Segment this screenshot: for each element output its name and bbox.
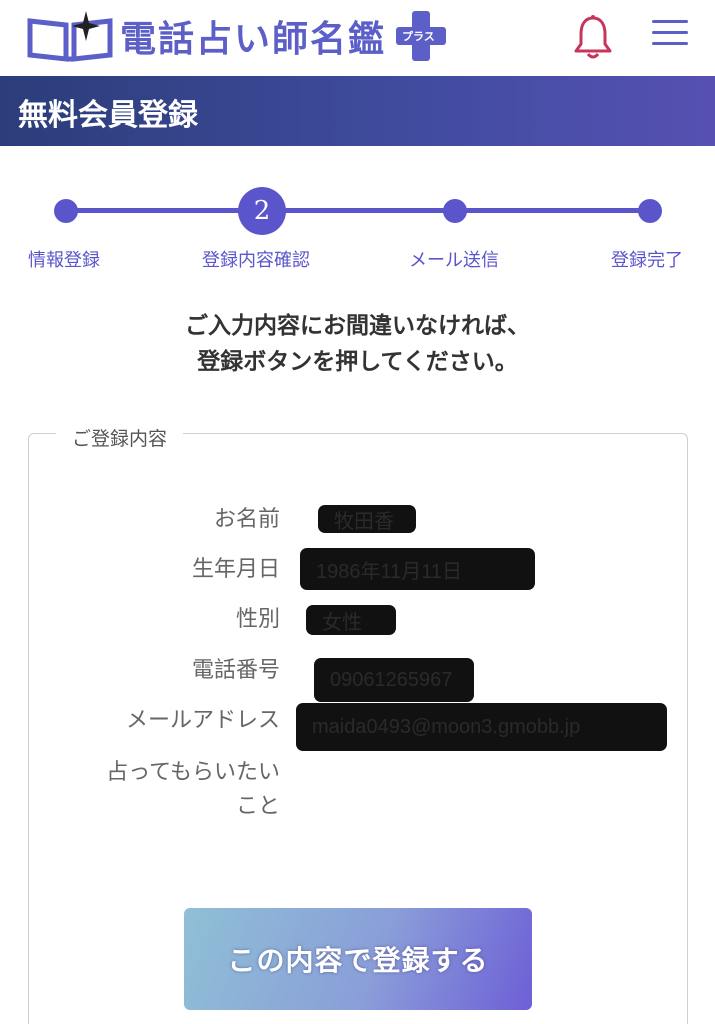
phone-value: 09061265967: [314, 658, 474, 702]
name-value: 牧田香: [318, 505, 416, 533]
progress-stepper: 2 情報登録 登録内容確認 メール送信 登録完了: [0, 180, 715, 280]
email-label: メールアドレス: [125, 708, 280, 733]
hamburger-menu-icon[interactable]: [652, 20, 688, 50]
email-value: maida0493@moon3.gmobb.jp: [296, 703, 667, 751]
instruction-text: ご入力内容にお間違いなければ、 登録ボタンを押してください。: [0, 308, 715, 380]
birthdate-value: 1986年11月11日: [300, 548, 535, 590]
gender-label: 性別: [235, 607, 280, 632]
step-dot-1: [54, 199, 78, 223]
step-dot-3: [443, 199, 467, 223]
name-label: お名前: [213, 507, 280, 532]
step-label-3: メール送信: [409, 250, 499, 271]
gender-value: 女性: [306, 605, 396, 635]
site-logo[interactable]: 電話占い師名鑑 プラス: [26, 6, 448, 66]
book-star-logo-icon: [27, 11, 113, 62]
step-dot-4: [638, 199, 662, 223]
registration-details-legend: ご登録内容: [56, 424, 184, 451]
logo-text: 電話占い師名鑑: [120, 18, 387, 60]
step-dot-current: 2: [238, 187, 286, 235]
instruction-line-2: 登録ボタンを押してください。: [197, 349, 518, 375]
page-title: 無料会員登録: [18, 98, 198, 133]
page-title-bar: 無料会員登録: [0, 76, 715, 146]
plus-badge-text: プラス: [402, 30, 435, 43]
stepper-track: [66, 208, 650, 213]
birthdate-label: 生年月日: [191, 557, 280, 582]
site-header: 電話占い師名鑑 プラス: [0, 0, 715, 76]
register-button[interactable]: この内容で登録する: [184, 908, 532, 1010]
phone-label: 電話番号: [191, 658, 280, 683]
step-label-2: 登録内容確認: [202, 250, 310, 271]
consultation-topic-label-line-1: 占ってもらいたい: [106, 760, 280, 785]
plus-badge: プラス: [394, 9, 448, 63]
instruction-line-1: ご入力内容にお間違いなければ、: [185, 313, 530, 339]
consultation-topic-label-line-2: こと: [235, 794, 280, 819]
bell-icon[interactable]: [572, 14, 614, 60]
step-label-4: 登録完了: [611, 250, 683, 271]
step-label-1: 情報登録: [28, 250, 100, 271]
